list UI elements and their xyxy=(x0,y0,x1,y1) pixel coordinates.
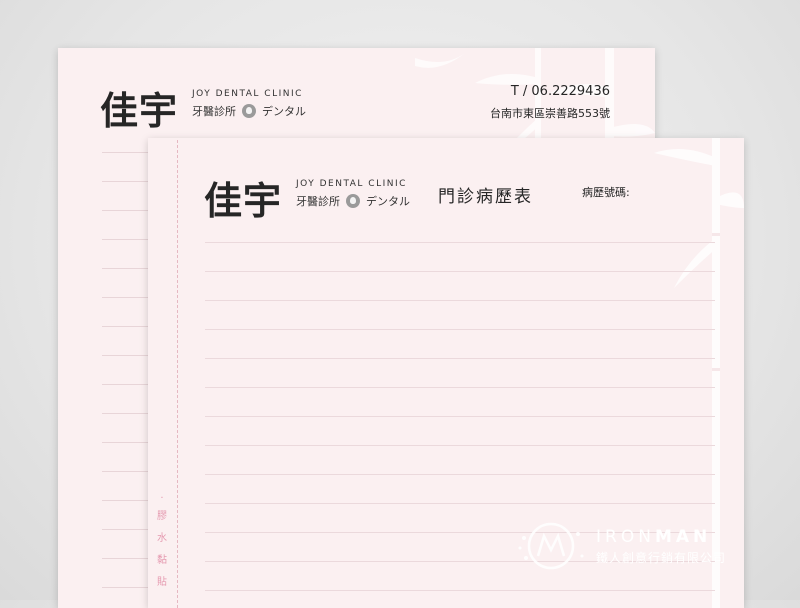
ruled-line xyxy=(205,416,715,417)
ruled-line xyxy=(205,300,715,301)
record-number-label: 病歷號碼: xyxy=(582,186,630,199)
ruled-line xyxy=(102,413,152,414)
ruled-line xyxy=(102,442,152,443)
ironman-watermark: IRONMAN 鐵人創意行銷有限公司 xyxy=(516,518,726,574)
form-title: 門診病歷表 xyxy=(438,187,533,207)
clinic-type-jp: デンタル xyxy=(262,105,306,118)
tooth-logo-icon xyxy=(346,194,360,208)
clinic-type-jp: デンタル xyxy=(366,195,410,208)
ironman-logo-icon xyxy=(518,522,584,570)
ruled-line xyxy=(102,529,152,530)
ruled-line xyxy=(205,358,715,359)
ruled-line xyxy=(205,387,715,388)
watermark-brand-en-bold: MAN xyxy=(654,526,712,547)
ruled-line xyxy=(205,329,715,330)
stub-mark: 水 xyxy=(157,533,167,544)
watermark-brand-cn: 鐵人創意行銷有限公司 xyxy=(596,550,727,565)
ruled-line xyxy=(102,268,152,269)
ruled-line xyxy=(102,181,152,182)
ruled-line xyxy=(102,326,152,327)
ruled-line xyxy=(102,384,152,385)
ruled-line xyxy=(102,210,152,211)
clinic-name-en: JOY DENTAL CLINIC xyxy=(192,89,303,99)
stub-perforation xyxy=(177,140,178,608)
stub-mark: 貼 xyxy=(157,577,167,588)
clinic-phone: T / 06.2229436 xyxy=(510,84,610,99)
ruled-line xyxy=(205,271,715,272)
ruled-line xyxy=(205,445,715,446)
clinic-logo-cn: 佳宇 xyxy=(100,88,179,133)
clinic-address: 台南市東區崇善路553號 xyxy=(490,107,610,120)
clinic-type-cn: 牙醫診所 xyxy=(296,195,340,208)
clinic-type-cn: 牙醫診所 xyxy=(192,105,236,118)
ruled-line xyxy=(205,503,715,504)
ruled-line xyxy=(102,355,152,356)
ruled-line xyxy=(102,558,152,559)
ruled-line xyxy=(102,239,152,240)
ruled-line xyxy=(102,500,152,501)
ruled-line xyxy=(102,587,152,588)
watermark-brand-en: IRONMAN xyxy=(596,527,726,547)
ruled-line xyxy=(102,152,152,153)
tooth-logo-icon xyxy=(242,104,256,118)
clinic-subtitle: 牙醫診所 デンタル xyxy=(192,103,306,119)
clinic-subtitle: 牙醫診所 デンタル xyxy=(296,193,410,209)
ruled-line xyxy=(205,474,715,475)
ruled-line xyxy=(102,297,152,298)
watermark-brand-en-light: IRON xyxy=(596,526,655,547)
clinic-name-en: JOY DENTAL CLINIC xyxy=(296,179,407,189)
stub-mark: 黏 xyxy=(157,555,167,566)
ruled-line xyxy=(205,242,715,243)
clinic-logo-cn: 佳宇 xyxy=(204,178,283,223)
ruled-line xyxy=(102,471,152,472)
stub-mark: 膠 xyxy=(157,511,167,522)
watermark-text: IRONMAN 鐵人創意行銷有限公司 xyxy=(596,527,726,566)
ruled-line xyxy=(205,590,715,591)
